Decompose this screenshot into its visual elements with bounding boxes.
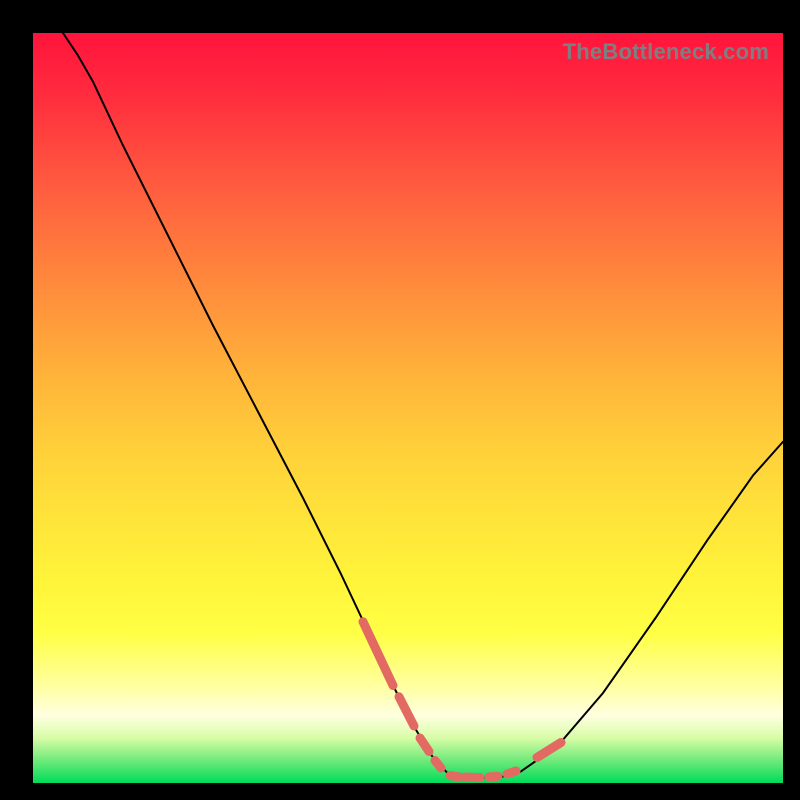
marker-segment (435, 761, 441, 769)
marker-segment (465, 777, 480, 778)
series-line (63, 33, 783, 778)
marker-segment (420, 738, 429, 752)
marker-segment (399, 697, 414, 726)
marker-segment (507, 771, 516, 774)
chart-svg (33, 33, 783, 783)
marker-segment (450, 776, 459, 778)
chart-plot-area: TheBottleneck.com (33, 33, 783, 783)
marker-group (363, 622, 561, 778)
marker-segment (363, 622, 393, 686)
marker-segment (537, 743, 561, 758)
marker-segment (489, 776, 498, 777)
